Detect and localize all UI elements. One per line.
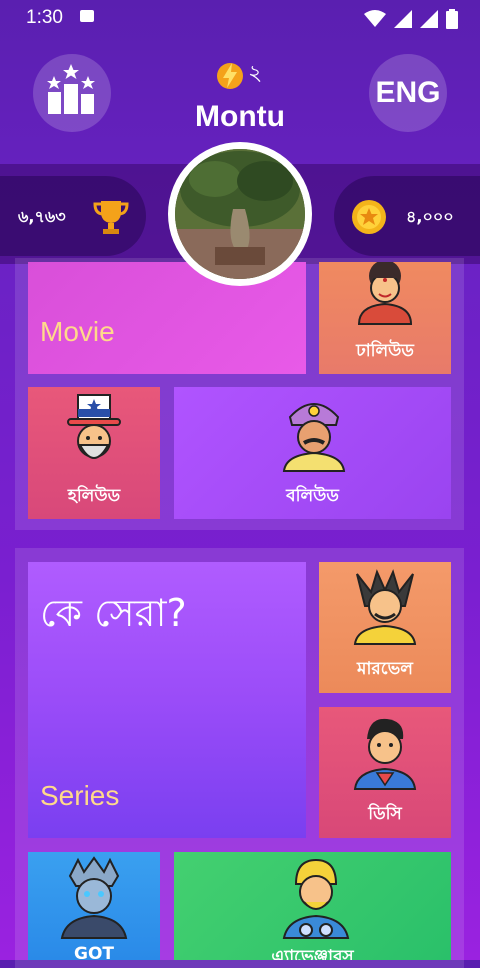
trophy-stat: ৬,৭৬৩ xyxy=(0,176,146,256)
bollywood-tile[interactable]: বলিউড xyxy=(174,387,451,519)
dc-label: ডিসি xyxy=(368,804,402,824)
dhallywood-tile[interactable]: ঢালিউড xyxy=(319,262,451,374)
hollywood-tile[interactable]: হলিউড xyxy=(28,387,160,519)
coin-stat: ৪,০০০ xyxy=(334,176,480,256)
ke-sera-label: কে সেরা? xyxy=(40,591,187,635)
turban-man-icon xyxy=(282,403,346,472)
wolverine-icon xyxy=(353,569,417,645)
uncle-sam-icon xyxy=(67,394,121,459)
bonsai-tree-image xyxy=(175,149,305,279)
avengers-hero-icon xyxy=(282,858,350,939)
battery-icon xyxy=(446,9,458,29)
lightning-icon xyxy=(217,62,243,89)
series-label: Series xyxy=(40,780,120,811)
wifi-icon xyxy=(364,10,386,27)
status-time: 1:30 xyxy=(26,7,63,28)
coin-count: ৪,০০০ xyxy=(406,207,454,226)
profile-photo xyxy=(175,149,305,279)
movie-label: Movie xyxy=(40,316,115,347)
dc-tile[interactable]: ডিসি xyxy=(319,707,451,838)
got-label: GOT xyxy=(73,944,114,960)
bollywood-label: বলিউড xyxy=(286,486,339,506)
username: Montu xyxy=(195,100,285,133)
bengali-woman-icon xyxy=(357,262,413,325)
energy-count: ২ xyxy=(248,61,263,86)
night-king-icon xyxy=(60,856,128,939)
trophy-icon xyxy=(93,201,129,234)
signal-icon xyxy=(394,10,412,28)
dhallywood-label: ঢালিউড xyxy=(356,341,414,361)
signal-icon-2 xyxy=(420,10,438,28)
avengers-tile[interactable]: এ্যাভেঞ্জারস xyxy=(174,852,451,960)
image-notification-icon xyxy=(80,10,94,22)
status-icons xyxy=(364,9,458,29)
energy-indicator: ২ xyxy=(216,56,262,93)
profile-avatar[interactable] xyxy=(168,142,312,286)
avengers-label: এ্যাভেঞ্জারস xyxy=(271,947,354,960)
got-tile[interactable]: GOT xyxy=(28,852,160,960)
coin-icon xyxy=(352,200,386,234)
hollywood-label: হলিউড xyxy=(67,486,121,506)
marvel-tile[interactable]: মারভেল xyxy=(319,562,451,693)
ke-sera-tile[interactable]: কে সেরা? Series xyxy=(28,562,306,838)
status-bar: 1:30 xyxy=(0,0,480,36)
marvel-label: মারভেল xyxy=(357,659,413,679)
trophy-count: ৬,৭৬৩ xyxy=(18,207,66,226)
superman-icon xyxy=(353,718,417,790)
